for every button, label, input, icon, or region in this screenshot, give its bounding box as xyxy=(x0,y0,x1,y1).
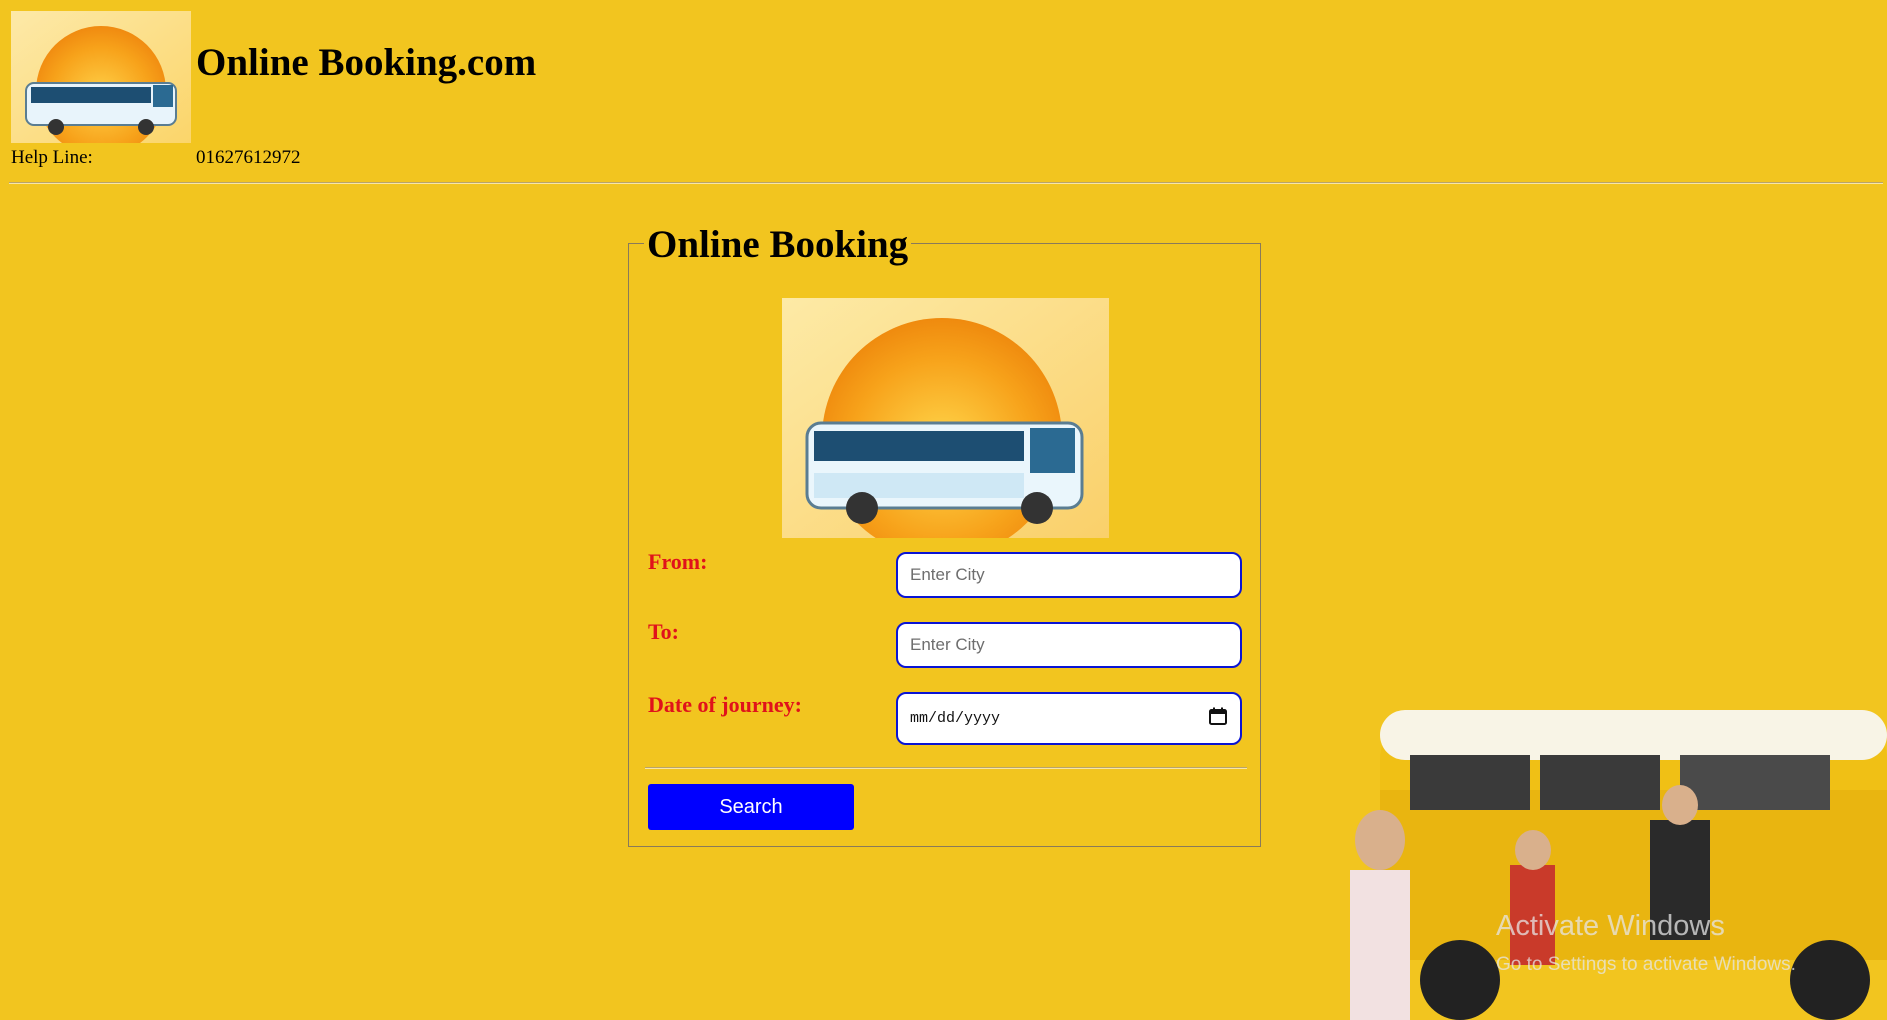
header-divider xyxy=(9,182,1883,184)
activate-windows-title: Activate Windows xyxy=(1496,910,1725,942)
form-divider xyxy=(645,767,1247,769)
journey-date-input[interactable]: mm/dd/yyyy xyxy=(896,692,1242,745)
bus-image xyxy=(782,298,1109,538)
from-city-input[interactable] xyxy=(896,552,1242,598)
date-placeholder: mm/dd/yyyy xyxy=(910,710,1001,727)
to-label: To: xyxy=(648,619,679,644)
date-label: Date of journey: xyxy=(648,692,802,717)
calendar-icon[interactable] xyxy=(1208,706,1228,731)
site-logo xyxy=(11,11,191,143)
search-button[interactable]: Search xyxy=(648,784,854,830)
to-city-input[interactable] xyxy=(896,622,1242,668)
from-label: From: xyxy=(648,549,708,574)
activate-windows-subtitle: Go to Settings to activate Windows. xyxy=(1496,954,1796,975)
booking-legend: Online Booking xyxy=(644,222,912,268)
helpline-label: Help Line: xyxy=(11,147,93,168)
page: Online Booking.com Help Line: 0162761297… xyxy=(0,0,1887,1020)
helpline-number: 01627612972 xyxy=(196,147,301,168)
site-title: Online Booking.com xyxy=(196,41,537,84)
